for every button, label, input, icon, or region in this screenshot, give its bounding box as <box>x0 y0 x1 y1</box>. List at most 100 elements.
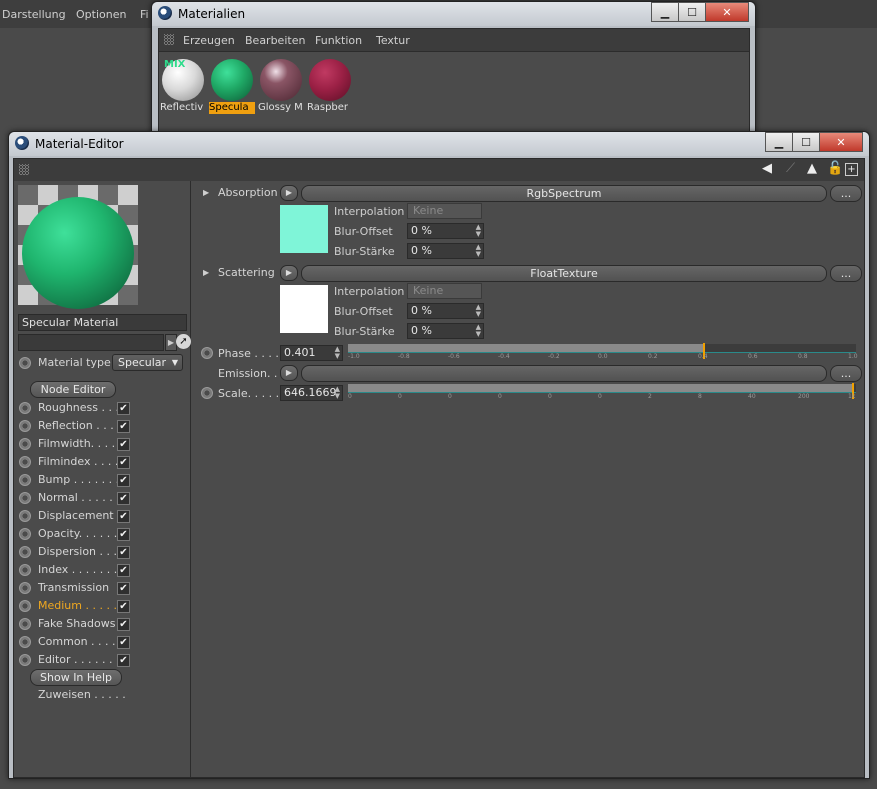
spinner-icon[interactable]: ▲ ▼ <box>476 304 481 318</box>
expand-triangle-icon[interactable]: ▶ <box>203 188 209 197</box>
channel-label[interactable]: Editor . . . . . . . <box>38 653 120 666</box>
channel-label[interactable]: Filmindex . . . . <box>38 455 118 468</box>
channel-checkbox[interactable]: ✔ <box>117 510 130 523</box>
editor-titlebar[interactable]: Material-Editor ▁ ☐ ✕ <box>9 132 869 156</box>
grip-icon[interactable] <box>19 164 29 175</box>
absorption-play-icon[interactable]: ▶ <box>280 185 298 201</box>
channel-radio[interactable] <box>19 492 31 504</box>
grip-icon[interactable] <box>164 34 174 45</box>
minimize-icon[interactable]: ▁ <box>651 2 679 22</box>
menu-darstellung[interactable]: Darstellung <box>2 8 66 21</box>
channel-label[interactable]: Index . . . . . . . <box>38 563 117 576</box>
expand-triangle-icon[interactable]: ▶ <box>203 268 209 277</box>
channel-checkbox[interactable]: ✔ <box>117 438 130 451</box>
new-window-icon[interactable]: + <box>845 163 858 176</box>
channel-radio[interactable] <box>19 420 31 432</box>
absorption-more-button[interactable]: ... <box>830 185 862 202</box>
scattering-more-button[interactable]: ... <box>830 265 862 282</box>
sca-blur-offset-field[interactable]: 0 % ▲ ▼ <box>407 303 484 319</box>
abs-blur-offset-field[interactable]: 0 % ▲ ▼ <box>407 223 484 239</box>
menu-funktion[interactable]: Funktion <box>315 34 362 47</box>
spinner-icon[interactable]: ▲ ▼ <box>476 244 481 258</box>
channel-checkbox[interactable]: ✔ <box>117 600 130 613</box>
channel-radio[interactable] <box>19 582 31 594</box>
scale-value-field[interactable]: 646.1669 ▲ ▼ <box>280 385 343 401</box>
menu-file-partial[interactable]: Fi <box>140 8 149 21</box>
channel-radio[interactable] <box>19 438 31 450</box>
channel-checkbox[interactable]: ✔ <box>117 618 130 631</box>
phase-radio[interactable] <box>201 347 213 359</box>
close-icon[interactable]: ✕ <box>705 2 749 22</box>
spinner-icon[interactable]: ▲ ▼ <box>335 386 340 400</box>
channel-radio[interactable] <box>19 456 31 468</box>
link-field[interactable] <box>18 334 164 351</box>
channel-radio[interactable] <box>19 600 31 612</box>
emission-play-icon[interactable]: ▶ <box>280 365 298 381</box>
channel-checkbox[interactable]: ✔ <box>117 582 130 595</box>
scale-radio[interactable] <box>201 387 213 399</box>
assign-label[interactable]: Zuweisen . . . . . <box>38 688 126 701</box>
channel-checkbox[interactable]: ✔ <box>117 474 130 487</box>
back-arrow-icon[interactable]: ◀ <box>762 161 772 176</box>
spinner-icon[interactable]: ▲ ▼ <box>476 224 481 238</box>
menu-optionen[interactable]: Optionen <box>76 8 126 21</box>
minimize-icon[interactable]: ▁ <box>765 132 793 152</box>
channel-radio[interactable] <box>19 618 31 630</box>
spinner-icon[interactable]: ▲ ▼ <box>335 346 340 360</box>
channel-label[interactable]: Medium . . . . . <box>38 599 117 612</box>
channel-checkbox[interactable]: ✔ <box>117 654 130 667</box>
channel-checkbox[interactable]: ✔ <box>117 636 130 649</box>
maximize-icon[interactable]: ☐ <box>792 132 820 152</box>
materials-titlebar[interactable]: Materialien ▁ ☐ ✕ <box>152 2 755 26</box>
scale-slider[interactable]: 0 0 0 0 0 0 2 8 40 200 1k <box>348 383 856 400</box>
material-thumb-raspberry[interactable]: Raspber <box>307 57 353 115</box>
material-thumb-glossy[interactable]: Glossy M <box>258 57 304 115</box>
menu-bearbeiten[interactable]: Bearbeiten <box>245 34 305 47</box>
spinner-icon[interactable]: ▲ ▼ <box>476 324 481 338</box>
emission-more-button[interactable]: ... <box>830 365 862 382</box>
channel-checkbox[interactable]: ✔ <box>117 456 130 469</box>
channel-label[interactable]: Transmission <box>38 581 109 594</box>
material-thumb-reflective[interactable]: MIX Reflectiv <box>160 57 206 115</box>
channel-label[interactable]: Bump . . . . . . . <box>38 473 119 486</box>
absorption-color-swatch[interactable] <box>280 205 328 253</box>
channel-checkbox[interactable]: ✔ <box>117 564 130 577</box>
channel-label[interactable]: Dispersion . . . <box>38 545 117 558</box>
channel-label[interactable]: Common . . . . <box>38 635 116 648</box>
node-editor-button[interactable]: Node Editor <box>30 381 116 398</box>
menu-textur[interactable]: Textur <box>376 34 410 47</box>
channel-checkbox[interactable]: ✔ <box>117 420 130 433</box>
channel-radio[interactable] <box>19 546 31 558</box>
material-preview[interactable] <box>18 185 138 309</box>
channel-radio[interactable] <box>19 528 31 540</box>
channel-label[interactable]: Normal . . . . . . <box>38 491 120 504</box>
absorption-texture-button[interactable]: RgbSpectrum <box>301 185 827 202</box>
forward-arrow-icon[interactable]: ⟋ <box>786 161 795 176</box>
channel-radio[interactable] <box>19 654 31 666</box>
up-arrow-icon[interactable]: ▲ <box>807 161 817 176</box>
menu-erzeugen[interactable]: Erzeugen <box>183 34 235 47</box>
emission-texture-button[interactable] <box>301 365 827 382</box>
scattering-texture-button[interactable]: FloatTexture <box>301 265 827 282</box>
channel-label[interactable]: Fake Shadows <box>38 617 115 630</box>
material-name-field[interactable]: Specular Material <box>18 314 187 331</box>
channel-checkbox[interactable]: ✔ <box>117 528 130 541</box>
phase-slider[interactable]: -1.0 -0.8 -0.6 -0.4 -0.2 0.0 0.2 0.4 0.6 0.8 1.0 <box>348 343 858 360</box>
channel-radio[interactable] <box>19 564 31 576</box>
channel-label[interactable]: Roughness . . . <box>38 401 119 414</box>
channel-label[interactable]: Reflection . . . <box>38 419 114 432</box>
sca-blur-strength-field[interactable]: 0 % ▲ ▼ <box>407 323 484 339</box>
pick-cursor-icon[interactable]: ➚ <box>176 334 191 349</box>
channel-checkbox[interactable]: ✔ <box>117 546 130 559</box>
channel-checkbox[interactable]: ✔ <box>117 402 130 415</box>
channel-radio[interactable] <box>19 636 31 648</box>
material-type-dropdown[interactable]: Specular ▼ <box>112 354 183 371</box>
maximize-icon[interactable]: ☐ <box>678 2 706 22</box>
material-thumb-specular[interactable]: Specula <box>209 57 255 115</box>
scattering-color-swatch[interactable] <box>280 285 328 333</box>
abs-blur-strength-field[interactable]: 0 % ▲ ▼ <box>407 243 484 259</box>
show-in-help-button[interactable]: Show In Help <box>30 669 122 686</box>
channel-label[interactable]: Opacity. . . . . . <box>38 527 117 540</box>
material-type-radio[interactable] <box>19 357 31 369</box>
close-icon[interactable]: ✕ <box>819 132 863 152</box>
